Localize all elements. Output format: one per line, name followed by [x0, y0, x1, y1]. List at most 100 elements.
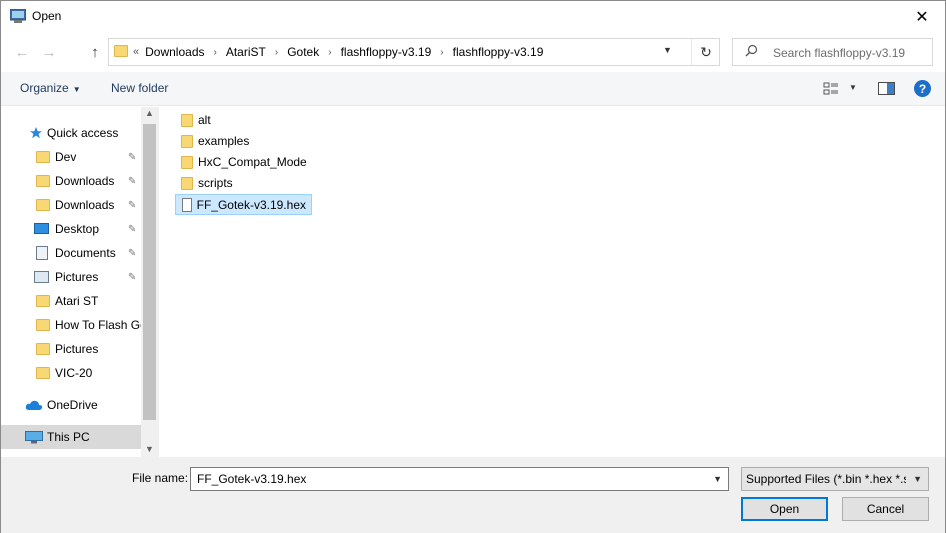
- computer-icon: [25, 431, 43, 444]
- folder-icon: [181, 176, 193, 190]
- file-type-value: Supported Files (*.bin *.hex *.sr: [746, 472, 906, 486]
- sidebar-item-dev[interactable]: Dev ✎: [1, 145, 141, 169]
- chevron-right-icon[interactable]: ›: [328, 47, 331, 58]
- organize-button[interactable]: Organize ▼: [20, 81, 81, 95]
- up-button[interactable]: ↑: [85, 42, 105, 62]
- list-item[interactable]: alt: [175, 110, 216, 130]
- pin-icon: ✎: [128, 175, 137, 187]
- sidebar-item-label: Documents: [55, 246, 116, 260]
- pin-icon: ✎: [128, 271, 137, 283]
- sidebar-item-downloads[interactable]: Downloads ✎: [1, 169, 141, 193]
- file-name-value: FF_Gotek-v3.19.hex: [197, 472, 307, 486]
- caret-down-icon: ▼: [72, 85, 81, 94]
- desktop-icon: [34, 223, 49, 234]
- sidebar-item-onedrive[interactable]: OneDrive: [1, 393, 141, 417]
- folder-icon: [181, 113, 193, 127]
- preview-pane-icon: [887, 83, 894, 94]
- sidebar-item-desktop[interactable]: Desktop ✎: [1, 217, 141, 241]
- file-name: scripts: [198, 176, 233, 190]
- breadcrumb-item[interactable]: Gotek: [287, 45, 319, 59]
- sidebar-item-how-to-flash-gotek[interactable]: How To Flash Gotek: [1, 313, 141, 337]
- folder-icon: [36, 295, 50, 307]
- sidebar-item-label: Dev: [55, 150, 77, 164]
- list-item[interactable]: scripts: [175, 173, 238, 193]
- scroll-down-icon[interactable]: ▼: [145, 444, 154, 454]
- folder-icon: [36, 343, 50, 355]
- refresh-icon: ↻: [700, 43, 712, 60]
- sidebar-item-label: Quick access: [47, 126, 119, 140]
- view-options-icon[interactable]: [823, 82, 839, 96]
- file-name: FF_Gotek-v3.19.hex: [196, 197, 306, 212]
- up-arrow-icon: ↑: [91, 43, 99, 61]
- chevron-down-icon[interactable]: ▼: [713, 474, 722, 484]
- pin-icon: ✎: [128, 199, 137, 211]
- sidebar-item-label: Downloads: [55, 198, 115, 212]
- folder-icon: [114, 45, 128, 57]
- file-name-field[interactable]: FF_Gotek-v3.19.hex ▼: [190, 467, 729, 491]
- file-name: examples: [198, 134, 250, 148]
- title-bar[interactable]: Open ✕: [1, 1, 945, 32]
- sidebar-item-downloads-2[interactable]: Downloads ✎: [1, 193, 141, 217]
- scroll-up-icon[interactable]: ▲: [145, 108, 154, 118]
- sidebar-item-quick-access[interactable]: Quick access: [1, 121, 141, 145]
- breadcrumb-item[interactable]: Downloads: [145, 45, 204, 59]
- file-icon: [182, 197, 192, 212]
- sidebar-item-label: This PC: [47, 430, 90, 444]
- sidebar-item-label: Pictures: [55, 270, 99, 284]
- chevron-right-icon[interactable]: ›: [440, 47, 443, 58]
- folder-icon: [36, 199, 50, 211]
- window-title: Open: [32, 9, 62, 23]
- scrollbar-thumb[interactable]: [143, 124, 156, 420]
- app-icon: [10, 9, 26, 23]
- breadcrumb-overflow[interactable]: «: [133, 46, 139, 58]
- open-button[interactable]: Open: [741, 497, 828, 521]
- chevron-right-icon[interactable]: ›: [214, 47, 217, 58]
- address-bar[interactable]: « Downloads › AtariST › Gotek › flashflo…: [108, 38, 720, 66]
- close-icon: ✕: [915, 8, 929, 26]
- pin-icon: ✎: [128, 223, 137, 235]
- sidebar-item-label: Downloads: [55, 174, 115, 188]
- refresh-button[interactable]: ↻: [691, 39, 720, 65]
- file-type-select[interactable]: Supported Files (*.bin *.hex *.sr ▼: [741, 467, 929, 491]
- pictures-icon: [34, 271, 49, 283]
- list-item[interactable]: HxC_Compat_Mode: [175, 152, 312, 172]
- back-button[interactable]: ←: [12, 42, 32, 62]
- sidebar-item-vic-20[interactable]: VIC-20: [1, 361, 141, 385]
- search-input[interactable]: Search flashfloppy-v3.19: [732, 38, 933, 66]
- command-toolbar: Organize ▼ New folder ▼ ?: [1, 72, 945, 106]
- navigation-pane: Quick access Dev ✎ Downloads ✎ Downloads…: [1, 107, 159, 457]
- navigation-pane-scrollbar[interactable]: ▲ ▼: [141, 107, 159, 457]
- forward-arrow-icon: →: [41, 43, 57, 61]
- chevron-right-icon[interactable]: ›: [275, 47, 278, 58]
- sidebar-item-pictures-2[interactable]: Pictures: [1, 337, 141, 361]
- breadcrumb: « Downloads › AtariST › Gotek › flashflo…: [133, 45, 543, 59]
- breadcrumb-item[interactable]: flashfloppy-v3.19: [341, 45, 432, 59]
- breadcrumb-item[interactable]: flashfloppy-v3.19: [453, 45, 544, 59]
- file-name: alt: [198, 113, 211, 127]
- navigation-bar: ← → ↑ « Downloads › AtariST › Gotek › fl…: [1, 32, 945, 72]
- forward-button[interactable]: →: [39, 42, 59, 62]
- cancel-button[interactable]: Cancel: [842, 497, 929, 521]
- new-folder-button[interactable]: New folder: [111, 81, 168, 95]
- list-item-selected[interactable]: FF_Gotek-v3.19.hex: [175, 194, 312, 215]
- sidebar-item-atari-st[interactable]: Atari ST: [1, 289, 141, 313]
- sidebar-item-documents[interactable]: Documents ✎: [1, 241, 141, 265]
- preview-pane-button[interactable]: [878, 82, 895, 95]
- sidebar-item-label: How To Flash Gotek: [55, 318, 141, 332]
- chevron-down-icon: ▼: [913, 474, 922, 484]
- folder-icon: [36, 175, 50, 187]
- file-name: HxC_Compat_Mode: [198, 155, 307, 169]
- view-dropdown-caret-icon[interactable]: ▼: [849, 83, 857, 92]
- pin-icon: ✎: [128, 247, 137, 259]
- list-item[interactable]: examples: [175, 131, 254, 151]
- sidebar-item-this-pc[interactable]: This PC: [1, 425, 141, 449]
- breadcrumb-item[interactable]: AtariST: [226, 45, 266, 59]
- sidebar-item-label: VIC-20: [55, 366, 93, 380]
- new-folder-label: New folder: [111, 81, 169, 95]
- close-button[interactable]: ✕: [899, 1, 945, 32]
- search-placeholder: Search flashfloppy-v3.19: [773, 46, 906, 60]
- chevron-down-icon[interactable]: ▼: [663, 45, 672, 55]
- help-button[interactable]: ?: [914, 80, 931, 97]
- sidebar-item-pictures[interactable]: Pictures ✎: [1, 265, 141, 289]
- folder-icon: [181, 155, 193, 169]
